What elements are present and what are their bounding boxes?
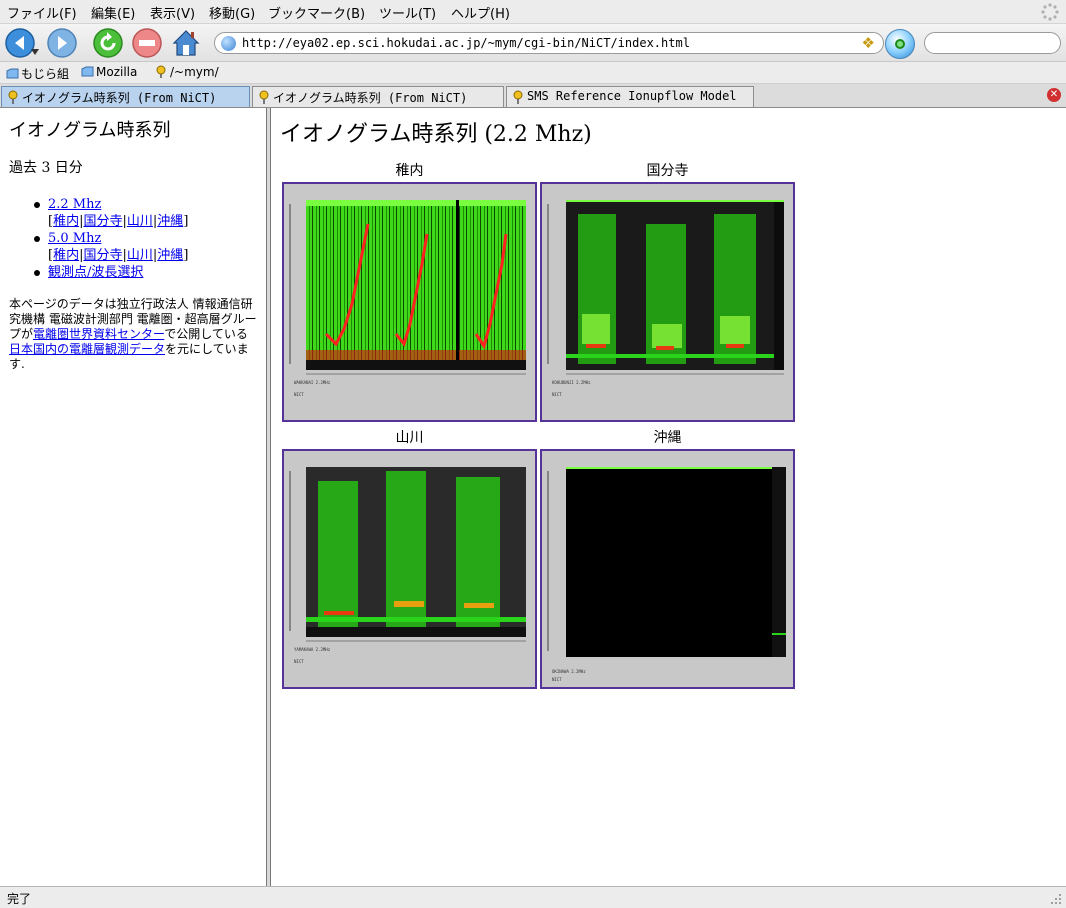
- home-icon[interactable]: [170, 27, 202, 59]
- menu-bookmarks[interactable]: ブックマーク(B): [268, 3, 365, 22]
- svg-text:OKINAWA 2.2MHz: OKINAWA 2.2MHz: [552, 669, 586, 674]
- svg-text:NICT: NICT: [294, 392, 304, 397]
- station-caption: 沖縄: [653, 430, 682, 446]
- station-link-okinawa[interactable]: 沖縄: [157, 248, 183, 263]
- forward-icon[interactable]: [46, 27, 78, 59]
- station-caption: 稚内: [395, 163, 424, 179]
- station-link-okinawa[interactable]: 沖縄: [157, 214, 183, 229]
- throbber-icon: [1041, 3, 1059, 21]
- list-item: 観測点/波長選択: [34, 264, 188, 281]
- bookmark-star-icon[interactable]: ❖: [862, 34, 875, 52]
- svg-text:NICT: NICT: [552, 392, 562, 397]
- description: 本ページのデータは独立行政法人 情報通信研究機構 電磁波計測部門 電離圏・超高層…: [9, 297, 259, 372]
- domestic-data-link[interactable]: 日本国内の電離層観測データ: [9, 342, 165, 356]
- ionogram-image[interactable]: WAKKANAI 2.2MHz NICT: [282, 182, 537, 422]
- period-label: 過去 3 日分: [9, 160, 83, 176]
- station-link-kokubunji[interactable]: 国分寺: [83, 214, 122, 229]
- station-links: [稚内|国分寺|山川|沖縄]: [48, 214, 189, 229]
- station-select-link[interactable]: 観測点/波長選択: [48, 265, 143, 280]
- station-caption: 国分寺: [646, 163, 689, 179]
- ionogram-image[interactable]: KOKUBUNJI 2.2MHz NICT: [540, 182, 795, 422]
- menu-help[interactable]: ヘルプ(H): [451, 3, 510, 22]
- ionogram-svg: KOKUBUNJI 2.2MHz NICT: [547, 200, 784, 397]
- station-link-kokubunji[interactable]: 国分寺: [83, 248, 122, 263]
- menu-view[interactable]: 表示(V): [150, 3, 195, 22]
- ionogram-svg: OKINAWA 2.2MHz NICT: [547, 467, 786, 682]
- station-panel-okinawa: 沖縄 OKINAWA 2.2MHz NICT: [540, 427, 795, 689]
- bookmark-label: /~mym/: [170, 65, 219, 79]
- station-link-wakkanai[interactable]: 稚内: [53, 248, 79, 263]
- go-icon: [895, 39, 905, 49]
- ionogram-image[interactable]: YAMAKAWA 2.2MHz NICT: [282, 449, 537, 689]
- resize-grip-icon[interactable]: [1050, 893, 1062, 905]
- bookmark-mojira[interactable]: もじら組: [6, 65, 69, 82]
- station-link-yamakawa[interactable]: 山川: [127, 214, 153, 229]
- ionogram-image[interactable]: OKINAWA 2.2MHz NICT: [540, 449, 795, 689]
- bookmark-label: Mozilla: [96, 65, 138, 79]
- tab-ionogram[interactable]: イオノグラム時系列 (From NiCT): [252, 86, 504, 107]
- menu-go[interactable]: 移動(G): [209, 3, 255, 22]
- svg-text:WAKKANAI 2.2MHz: WAKKANAI 2.2MHz: [294, 380, 331, 385]
- tab-sms-reference[interactable]: SMS Reference Ionupflow Model: [506, 86, 754, 107]
- station-link-yamakawa[interactable]: 山川: [127, 248, 153, 263]
- go-button[interactable]: [885, 29, 915, 59]
- page-title: イオノグラム時系列 (2.2 Mhz): [280, 122, 592, 147]
- status-text: 完了: [7, 892, 32, 906]
- close-tab-icon[interactable]: ✕: [1047, 88, 1061, 102]
- left-frame: イオノグラム時系列 過去 3 日分 2.2 Mhz [稚内|国分寺|山川|沖縄]…: [0, 108, 266, 886]
- wdc-link[interactable]: 電離圏世界資料センター: [33, 327, 164, 341]
- reload-icon[interactable]: [92, 27, 124, 59]
- right-frame: イオノグラム時系列 (2.2 Mhz) 稚内 WAKKANAI 2.2MHz N…: [271, 108, 1066, 886]
- tab-label: イオノグラム時系列 (From NiCT): [273, 91, 468, 105]
- left-title: イオノグラム時系列: [9, 120, 171, 141]
- list-item: 2.2 Mhz [稚内|国分寺|山川|沖縄]: [34, 196, 188, 230]
- menu-bar: ファイル(F) 編集(E) 表示(V) 移動(G) ブックマーク(B) ツール(…: [0, 0, 1066, 24]
- menu-file[interactable]: ファイル(F): [7, 3, 77, 22]
- bookmark-label: もじら組: [21, 67, 70, 81]
- svg-text:YAMAKAWA 2.2MHz: YAMAKAWA 2.2MHz: [294, 647, 331, 652]
- tab-bar: イオノグラム時系列 (From NiCT) イオノグラム時系列 (From Ni…: [0, 84, 1066, 108]
- bookmark-mym[interactable]: /~mym/: [155, 65, 219, 79]
- desc-text: で公開している: [164, 327, 248, 341]
- station-panel-yamakawa: 山川 YAMAKAWA 2.2MHz NICT: [282, 427, 537, 689]
- tab-ionogram-active[interactable]: イオノグラム時系列 (From NiCT): [1, 86, 250, 107]
- svg-text:NICT: NICT: [552, 677, 562, 682]
- search-input[interactable]: [924, 32, 1061, 54]
- tab-pin-icon: [259, 90, 269, 104]
- station-links: [稚内|国分寺|山川|沖縄]: [48, 248, 189, 263]
- freq-link-2-2[interactable]: 2.2 Mhz: [48, 197, 101, 212]
- status-bar: 完了: [0, 886, 1066, 908]
- tab-label: イオノグラム時系列 (From NiCT): [22, 91, 217, 105]
- folder-icon: [6, 68, 19, 79]
- tab-pin-icon: [8, 90, 18, 104]
- navigation-toolbar: http://eya02.ep.sci.hokudai.ac.jp/~mym/c…: [0, 24, 1066, 62]
- stop-icon[interactable]: [131, 27, 163, 59]
- back-dropdown-icon[interactable]: [30, 48, 40, 56]
- station-panel-wakkanai: 稚内 WAKKANAI 2.2MHz NICT: [282, 160, 537, 422]
- folder-icon: [81, 66, 94, 77]
- station-link-wakkanai[interactable]: 稚内: [53, 214, 79, 229]
- freq-link-5-0[interactable]: 5.0 Mhz: [48, 231, 101, 246]
- url-text[interactable]: http://eya02.ep.sci.hokudai.ac.jp/~mym/c…: [242, 36, 690, 50]
- list-item: 5.0 Mhz [稚内|国分寺|山川|沖縄]: [34, 230, 188, 264]
- station-panel-kokubunji: 国分寺 KOKUBUNJI 2.2MHz NICT: [540, 160, 795, 422]
- svg-text:NICT: NICT: [294, 659, 304, 664]
- tab-pin-icon: [513, 90, 523, 104]
- bookmark-pin-icon: [156, 65, 166, 78]
- bookmarks-toolbar: もじら組 Mozilla /~mym/: [0, 62, 1066, 84]
- svg-text:KOKUBUNJI 2.2MHz: KOKUBUNJI 2.2MHz: [552, 380, 591, 385]
- station-caption: 山川: [395, 430, 424, 446]
- menu-edit[interactable]: 編集(E): [91, 3, 135, 22]
- url-bar[interactable]: http://eya02.ep.sci.hokudai.ac.jp/~mym/c…: [214, 32, 884, 54]
- site-globe-icon: [221, 36, 236, 51]
- ionogram-svg: YAMAKAWA 2.2MHz NICT: [289, 467, 526, 664]
- menu-tools[interactable]: ツール(T): [379, 3, 436, 22]
- ionogram-svg: WAKKANAI 2.2MHz NICT: [289, 200, 526, 397]
- bookmark-mozilla[interactable]: Mozilla: [81, 65, 137, 79]
- tab-label: SMS Reference Ionupflow Model: [527, 89, 737, 103]
- frequency-list: 2.2 Mhz [稚内|国分寺|山川|沖縄] 5.0 Mhz [稚内|国分寺|山…: [34, 196, 188, 281]
